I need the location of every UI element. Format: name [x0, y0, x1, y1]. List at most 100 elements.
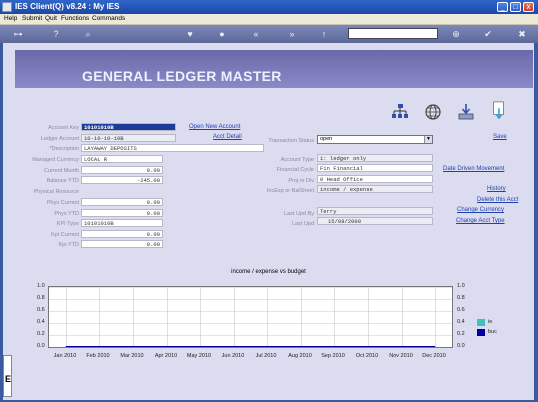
chart-plot — [48, 286, 453, 348]
up-arrow-icon[interactable]: ↑ — [318, 28, 330, 40]
menu-functions[interactable]: Functions — [61, 15, 89, 22]
history-link[interactable]: History — [487, 186, 506, 192]
x-tick-label: May 2010 — [186, 353, 212, 359]
x-tick-label: Sep 2010 — [321, 353, 345, 359]
last-upd-label: Last Upd — [291, 221, 314, 227]
chevron-down-icon[interactable]: ▼ — [424, 136, 432, 143]
date-driven-movement-link[interactable]: Date Driven Movement — [443, 166, 504, 172]
transaction-status-select[interactable]: open ▼ — [317, 135, 433, 144]
side-panel-stub[interactable]: E — [3, 355, 12, 397]
transaction-status-label: Transaction Status — [268, 138, 314, 144]
balance-ytd-label: Balance YTD — [46, 178, 79, 184]
y-tick-label-left: 0.4 — [37, 319, 45, 325]
cancel-icon[interactable]: ✖ — [516, 28, 528, 40]
current-month-label: Current Month — [43, 168, 79, 174]
proj-or-div-field[interactable]: 0 Head Office — [317, 175, 433, 183]
account-type-label: Account Type — [280, 157, 314, 163]
help-icon[interactable]: ? — [50, 28, 62, 40]
change-currency-link[interactable]: Change Currency — [457, 207, 504, 213]
document-arrow-icon[interactable] — [490, 101, 508, 119]
heart-icon[interactable]: ♥ — [184, 28, 196, 40]
y-tick-label-left: 0.6 — [37, 307, 45, 313]
add-icon[interactable]: ⊕ — [450, 28, 462, 40]
managed-currency-field[interactable]: LOCAL R — [81, 155, 163, 163]
description-field[interactable]: LAYAWAY DEPOSITS — [81, 144, 264, 152]
legend-swatch-ie — [477, 319, 485, 326]
x-tick-label: Nov 2010 — [389, 353, 413, 359]
acct-detail-link[interactable]: Acct Detail — [213, 134, 242, 140]
x-tick-label: Mar 2010 — [120, 353, 144, 359]
x-tick-label: Feb 2010 — [86, 353, 110, 359]
menu-submit[interactable]: Submit — [22, 15, 42, 22]
physical-resource-field — [81, 187, 163, 195]
toolbar-search-input[interactable] — [348, 28, 438, 39]
title-bar: IES Client(Q) v8.24 : My IES _ □ x — [0, 0, 538, 14]
incexp-balsheet-field[interactable]: income / expense — [317, 185, 433, 193]
delete-acct-link[interactable]: Delete this Acct — [477, 197, 518, 203]
y-tick-label-left: 0.2 — [37, 331, 45, 337]
balance-ytd-field: -245.00 — [81, 176, 163, 184]
menu-quit[interactable]: Quit — [45, 15, 57, 22]
legend-label-ie: ie — [488, 319, 493, 325]
account-type-field[interactable]: 1: ledger only — [317, 154, 433, 162]
header-band: GENERAL LEDGER MASTER — [15, 50, 533, 88]
y-tick-label-right: 0.6 — [457, 307, 465, 313]
legend-swatch-buc — [477, 329, 485, 336]
x-tick-label: Oct 2010 — [355, 353, 379, 359]
chart-svg — [49, 287, 452, 348]
close-button[interactable]: x — [523, 2, 534, 12]
account-key-field[interactable]: 10101010B — [81, 123, 176, 131]
minimize-button[interactable]: _ — [497, 2, 508, 12]
kpi-type-field[interactable]: 10101010B — [81, 219, 163, 227]
financial-cycle-field[interactable]: Fin Financial — [317, 164, 433, 172]
side-panel-letter: E — [5, 374, 12, 384]
maximize-button[interactable]: □ — [510, 2, 521, 12]
ledger-account-label: Ledger Account — [40, 136, 79, 142]
key-icon[interactable]: ⊶ — [8, 28, 28, 40]
app-icon — [2, 2, 12, 12]
fast-forward-icon[interactable]: » — [286, 28, 298, 40]
last-upd-by-field: Terry — [317, 207, 433, 215]
y-tick-label-left: 0.8 — [37, 295, 45, 301]
y-tick-label-left: 1.0 — [37, 283, 45, 289]
financial-cycle-label: Financial Cycle — [276, 167, 314, 173]
window-title: IES Client(Q) v8.24 : My IES — [15, 2, 120, 11]
search-icon[interactable]: ⌕ — [82, 28, 94, 40]
rewind-icon[interactable]: « — [250, 28, 262, 40]
physical-resource-label: Physical Resource — [33, 189, 79, 195]
y-tick-label-left: 0.0 — [37, 343, 45, 349]
stop-icon[interactable]: ● — [216, 28, 228, 40]
incexp-balsheet-label: IncExp or BalSheet — [266, 188, 314, 194]
save-link[interactable]: Save — [493, 134, 507, 140]
proj-or-div-label: Proj or Div — [288, 178, 314, 184]
x-tick-label: Dec 2010 — [422, 353, 446, 359]
globe-icon[interactable] — [424, 103, 442, 121]
kpi-type-label: KPI Type — [56, 221, 79, 227]
kpi-current-label: Kpi Current — [51, 232, 79, 238]
x-tick-label: Jul 2010 — [255, 353, 277, 359]
menu-help[interactable]: Help — [4, 15, 17, 22]
main-content: GENERAL LEDGER MASTER Account Key 101010… — [3, 43, 534, 400]
x-tick-label: Jun 2010 — [221, 353, 245, 359]
managed-currency-label: Managed Currency — [32, 157, 79, 163]
chart-title: income / expense vs budget — [231, 269, 306, 275]
download-tray-icon[interactable] — [457, 103, 475, 121]
last-upd-by-label: Last Upd By — [284, 211, 314, 217]
description-label: *Description — [49, 146, 79, 152]
y-tick-label-right: 0.4 — [457, 319, 465, 325]
ledger-account-field[interactable]: 10-10-10-10B — [81, 134, 176, 142]
open-new-account-link[interactable]: Open New Account — [189, 124, 240, 130]
kpi-current-field: 0.00 — [81, 230, 163, 238]
menu-commands[interactable]: Commands — [92, 15, 125, 22]
legend-label-buc: buc — [488, 329, 497, 335]
network-icon[interactable] — [391, 103, 409, 121]
page-title: GENERAL LEDGER MASTER — [82, 68, 282, 84]
kpi-ytd-field: 0.00 — [81, 240, 163, 248]
y-tick-label-right: 0.8 — [457, 295, 465, 301]
phys-current-label: Phys Current — [46, 200, 79, 206]
change-acct-type-link[interactable]: Change Acct Type — [456, 218, 505, 224]
account-key-label: Account Key — [48, 125, 79, 131]
menu-bar: Help Submit Quit Functions Commands — [0, 14, 538, 25]
check-icon[interactable]: ✔ — [482, 28, 494, 40]
x-tick-label: Aug 2010 — [288, 353, 312, 359]
